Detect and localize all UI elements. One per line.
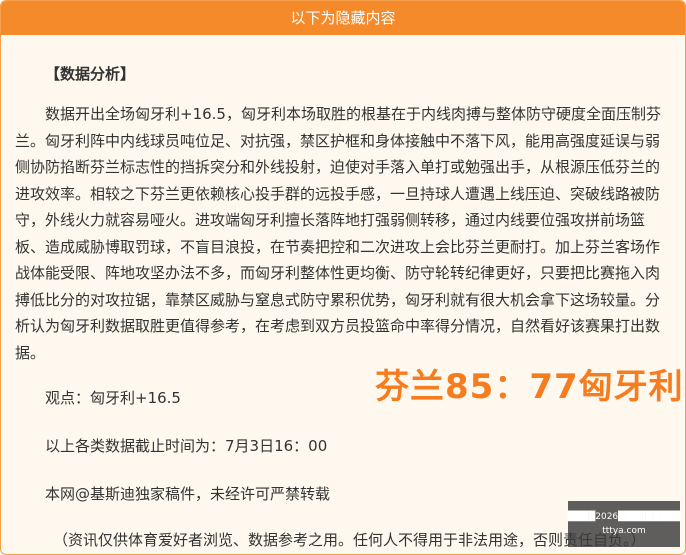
panel-header: 以下为隐藏内容 <box>1 1 685 35</box>
watermark-line2: tttya.com <box>602 526 646 536</box>
site-watermark: ████2026█████████ tttya.com <box>568 501 680 547</box>
copyright-line: 本网@基斯迪独家稿件，未经许可严禁转载 <box>45 485 331 503</box>
viewpoint-line: 观点：匈牙利+16.5 <box>45 389 181 407</box>
score-overlay: 芬兰85：77匈牙利 <box>375 367 684 407</box>
watermark-line1: ████2026█████████ <box>567 512 681 522</box>
deadline-line: 以上各类数据截止时间为：7月3日16：00 <box>45 437 328 455</box>
analysis-paragraph: 数据开出全场匈牙利+16.5，匈牙利本场取胜的根基在于内线肉搏与整体防守硬度全面… <box>15 105 661 362</box>
disclaimer-line: （资讯仅供体育爱好者浏览、数据参考之用。任何人不得用于非法用途，否则责任自负。） <box>53 531 646 549</box>
hidden-content-panel: 以下为隐藏内容 【数据分析】 数据开出全场匈牙利+16.5，匈牙利本场取胜的根基… <box>0 0 686 555</box>
section-title: 【数据分析】 <box>45 65 136 83</box>
